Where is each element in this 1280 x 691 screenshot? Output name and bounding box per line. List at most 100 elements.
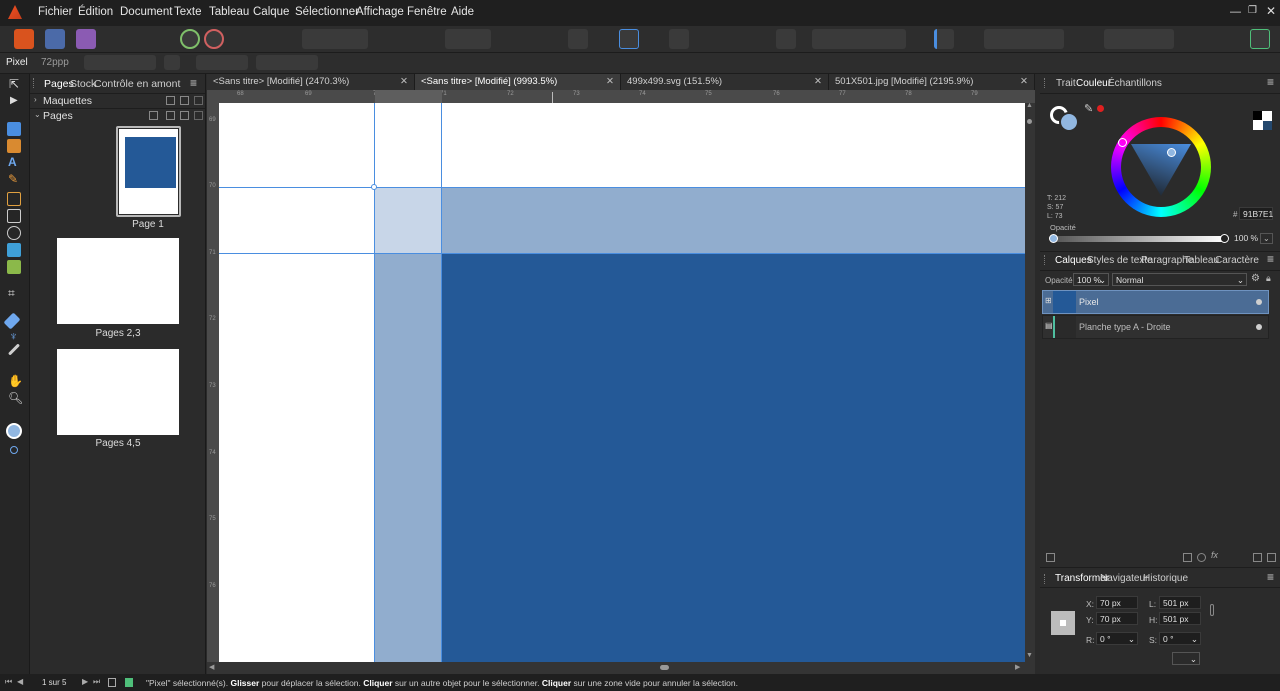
first-page-icon[interactable]: ⏮: [5, 677, 12, 687]
mask-icon[interactable]: [1183, 553, 1192, 562]
flip-group[interactable]: [984, 29, 1064, 49]
x-input[interactable]: 70 px: [1096, 596, 1138, 609]
hue-handle[interactable]: [1118, 138, 1127, 147]
link-icon[interactable]: [1210, 604, 1214, 616]
chevron-down-icon[interactable]: ⌄: [1260, 233, 1273, 244]
chevron-down-icon[interactable]: ⌄: [1191, 633, 1198, 646]
layer-name[interactable]: Pixel: [1079, 297, 1099, 307]
text-frame-icon[interactable]: [619, 29, 639, 49]
close-icon[interactable]: ✕: [606, 74, 614, 90]
frame-text-tool-icon[interactable]: [7, 122, 21, 136]
panel-menu-icon[interactable]: ≡: [190, 76, 197, 90]
transparency-tool-icon[interactable]: ♆: [9, 329, 18, 343]
add-master-icon[interactable]: [166, 96, 175, 105]
scroll-thumb[interactable]: [1027, 119, 1032, 124]
boolean-group[interactable]: [812, 29, 906, 49]
masters-section[interactable]: Maquettes: [43, 95, 92, 107]
saturation-handle[interactable]: [1167, 148, 1176, 157]
color-mode-swatch[interactable]: [1253, 111, 1272, 130]
tab-navigator[interactable]: Navigateur: [1100, 573, 1148, 584]
table-tool-icon[interactable]: [7, 139, 21, 153]
prev-page-icon[interactable]: ◀: [17, 677, 23, 686]
opacity-slider-handle[interactable]: [1220, 234, 1229, 243]
color-wheel[interactable]: [1111, 117, 1211, 217]
rotation-input[interactable]: 0 ° ⌄: [1096, 632, 1138, 645]
tab-history[interactable]: Historique: [1143, 573, 1188, 584]
snap-options-group[interactable]: [84, 55, 156, 70]
chevron-down-icon[interactable]: ⌄: [34, 110, 41, 119]
add-page-icon[interactable]: [166, 111, 175, 120]
hand-tool-icon[interactable]: ✋: [8, 374, 23, 388]
panel-menu-icon[interactable]: ≡: [1267, 75, 1274, 89]
menu-tableau[interactable]: Tableau: [209, 6, 249, 18]
user-icon[interactable]: [1250, 29, 1270, 49]
page-thumbnail[interactable]: [119, 129, 178, 214]
restore-icon[interactable]: ❐: [1248, 5, 1257, 16]
panel-grip-icon[interactable]: [1044, 574, 1051, 584]
layer-row[interactable]: ▤ Planche type A - Droite: [1042, 315, 1269, 339]
delete-master-icon[interactable]: [194, 96, 203, 105]
fx-icon[interactable]: fx: [1211, 550, 1218, 560]
artistic-text-tool-icon[interactable]: A: [8, 155, 17, 169]
menu-calque[interactable]: Calque: [253, 6, 289, 18]
scroll-left-icon[interactable]: ◀: [209, 663, 214, 671]
layer-opacity-input[interactable]: 100 % ⌄: [1073, 273, 1109, 286]
scroll-right-icon[interactable]: ▶: [1015, 663, 1020, 671]
vertical-ruler[interactable]: 69 70 71 72 73 74 75 76: [207, 103, 219, 663]
close-icon[interactable]: ✕: [1266, 4, 1276, 18]
tab-swatches[interactable]: Échantillons: [1108, 78, 1162, 89]
last-page-icon[interactable]: ⏭: [93, 677, 100, 687]
tab-color[interactable]: Couleur: [1076, 78, 1111, 89]
color-picker-tool-icon[interactable]: [7, 343, 21, 356]
tab-stroke[interactable]: Trait: [1056, 78, 1076, 89]
duplicate-page-icon[interactable]: [180, 111, 189, 120]
minimize-icon[interactable]: —: [1230, 6, 1241, 18]
node-tool-icon[interactable]: ▶: [10, 95, 18, 106]
visibility-icon[interactable]: [1256, 324, 1262, 330]
picture-frame-tool-icon[interactable]: [7, 243, 21, 257]
doc-tab[interactable]: <Sans titre> [Modifié] (2470.3%) ✕: [207, 74, 415, 90]
snapping-icon[interactable]: [669, 29, 689, 49]
pen-tool-icon[interactable]: ✎: [8, 172, 18, 186]
add-layer-icon[interactable]: [1253, 553, 1262, 562]
menu-selectionner[interactable]: Sélectionner: [295, 6, 359, 18]
frame-tool-icon[interactable]: [7, 209, 21, 223]
scroll-down-icon[interactable]: ▼: [1026, 652, 1033, 659]
tab-table[interactable]: Tableau: [1184, 255, 1219, 266]
visibility-icon[interactable]: [1256, 299, 1262, 305]
fill-swatch[interactable]: [1059, 112, 1079, 132]
menu-texte[interactable]: Texte: [174, 6, 202, 18]
horizontal-scrollbar[interactable]: ◀ ▶: [207, 662, 1035, 674]
chevron-down-icon[interactable]: ⌄: [1190, 653, 1197, 666]
menu-edition[interactable]: Édition: [78, 6, 113, 18]
eyedropper-icon[interactable]: ✎: [1084, 102, 1093, 115]
delete-page-icon[interactable]: [194, 111, 203, 120]
delete-layer-icon[interactable]: [1267, 553, 1276, 562]
spread-view-icon[interactable]: [108, 678, 116, 687]
align-options-group[interactable]: [196, 55, 248, 70]
panel-grip-icon[interactable]: [1044, 78, 1051, 88]
distribute-options-group[interactable]: [256, 55, 318, 70]
menu-fichier[interactable]: Fichier: [38, 6, 73, 18]
rectangle-tool-icon[interactable]: [7, 192, 21, 206]
y-input[interactable]: 70 px: [1096, 612, 1138, 625]
width-input[interactable]: 501 px: [1159, 596, 1201, 609]
layer-name[interactable]: Planche type A - Droite: [1079, 322, 1171, 332]
selection-handle[interactable]: [371, 184, 377, 190]
align-icon[interactable]: [934, 29, 954, 49]
link-group[interactable]: [445, 29, 491, 49]
panel-menu-icon[interactable]: ≡: [1267, 252, 1274, 266]
no-color-icon[interactable]: [1097, 105, 1104, 112]
panel-menu-icon[interactable]: ≡: [1267, 570, 1274, 584]
designer-persona-icon[interactable]: [45, 29, 65, 49]
tab-character[interactable]: Caractère: [1215, 255, 1259, 266]
tab-stock[interactable]: Stock: [70, 78, 96, 90]
menu-fenetre[interactable]: Fenêtre: [407, 6, 447, 18]
menu-aide[interactable]: Aide: [451, 6, 474, 18]
page-options-icon[interactable]: [149, 111, 158, 120]
close-icon[interactable]: ✕: [814, 74, 822, 90]
preflight-icon[interactable]: [204, 29, 224, 49]
chevron-down-icon[interactable]: ⌄: [1237, 274, 1244, 287]
anchor-point-selector[interactable]: [1051, 611, 1075, 635]
ellipse-frame-tool-icon[interactable]: [7, 226, 21, 240]
